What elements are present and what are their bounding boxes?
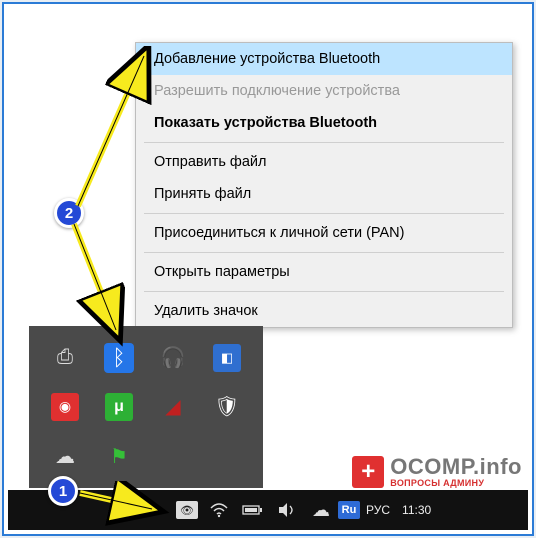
bluetooth-icon[interactable]: ᛒ	[104, 343, 134, 373]
step-badge-2: 2	[54, 198, 84, 228]
menu-separator	[144, 213, 504, 214]
defender-icon[interactable]: 🛡	[213, 393, 241, 421]
screen-capture-icon[interactable]: ◉	[51, 393, 79, 421]
menu-separator	[144, 291, 504, 292]
cloud-icon[interactable]: ☁	[51, 442, 79, 470]
clock[interactable]: 11:30	[402, 503, 431, 517]
antivirus-icon[interactable]: ◢	[159, 393, 187, 421]
battery-icon[interactable]	[240, 497, 266, 523]
system-tray-overflow: ⎙ ᛒ 🎧 ◧ ◉ μ ◢ 🛡 ☁ ⚑	[29, 326, 263, 488]
volume-icon[interactable]	[274, 497, 300, 523]
menu-open-settings[interactable]: Открыть параметры	[136, 256, 512, 288]
usb-drive-icon[interactable]: ⎙	[51, 344, 79, 372]
menu-separator	[144, 142, 504, 143]
menu-remove-icon[interactable]: Удалить значок	[136, 295, 512, 327]
watermark-cross-icon: +	[352, 456, 384, 488]
step-badge-1: 1	[48, 476, 78, 506]
watermark-title: OCOMP.info	[390, 455, 522, 478]
tray-overflow-chevron-icon[interactable]	[144, 496, 172, 524]
taskbar: 👁 ☁ Ru РУС 11:30	[8, 490, 528, 530]
menu-receive-file[interactable]: Принять файл	[136, 178, 512, 210]
bluetooth-context-menu: Добавление устройства Bluetooth Разрешит…	[135, 42, 513, 328]
language-badge[interactable]: Ru	[338, 501, 360, 519]
watermark-subtitle: ВОПРОСЫ АДМИНУ	[390, 479, 522, 488]
monitor-tray-icon[interactable]: 👁	[176, 501, 198, 519]
menu-send-file[interactable]: Отправить файл	[136, 146, 512, 178]
intel-graphics-icon[interactable]: ◧	[213, 344, 241, 372]
utorrent-icon[interactable]: μ	[105, 393, 133, 421]
menu-join-pan[interactable]: Присоединиться к личной сети (PAN)	[136, 217, 512, 249]
flag-icon[interactable]: ⚑	[105, 442, 133, 470]
menu-show-bluetooth-devices[interactable]: Показать устройства Bluetooth	[136, 107, 512, 139]
headphones-icon[interactable]: 🎧	[159, 344, 187, 372]
menu-separator	[144, 252, 504, 253]
menu-add-bluetooth-device[interactable]: Добавление устройства Bluetooth	[136, 43, 512, 75]
language-text[interactable]: РУС	[366, 503, 390, 517]
wifi-icon[interactable]	[206, 497, 232, 523]
screenshot-frame: Добавление устройства Bluetooth Разрешит…	[2, 2, 534, 536]
onedrive-icon[interactable]: ☁	[308, 497, 334, 523]
menu-allow-connection: Разрешить подключение устройства	[136, 75, 512, 107]
watermark: + OCOMP.info ВОПРОСЫ АДМИНУ	[352, 455, 522, 488]
